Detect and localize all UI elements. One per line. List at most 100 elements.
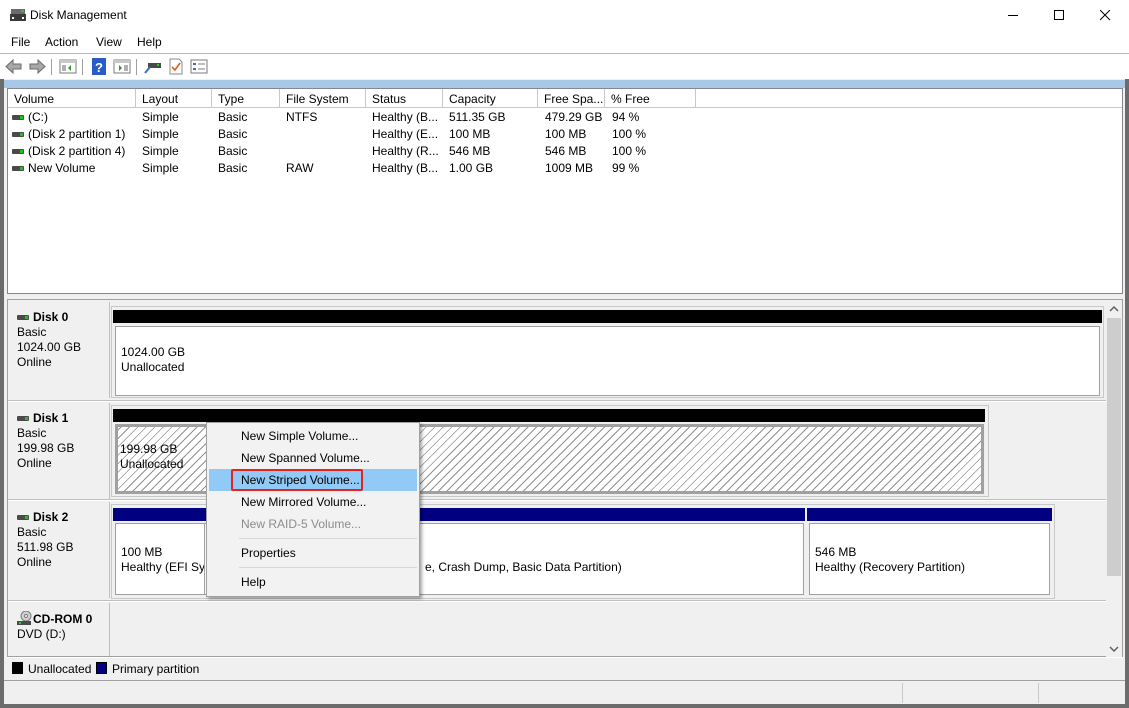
column-header-file-system[interactable]: File System (280, 89, 366, 108)
menu-separator (239, 567, 417, 568)
cell-pct: 99 % (612, 161, 640, 175)
minimize-icon (1007, 15, 1018, 16)
forward-arrow-icon[interactable] (28, 58, 46, 75)
cell-layout: Simple (142, 161, 179, 175)
cell-fs: NTFS (286, 110, 318, 124)
column-header-volume[interactable]: Volume (8, 89, 136, 108)
pane-header-strip (4, 80, 1125, 88)
cell-status: Healthy (R... (372, 144, 439, 158)
disk-graphical-view: Disk 0 Basic 1024.00 GB Online 1024.00 G… (7, 299, 1123, 657)
maximize-icon (1053, 10, 1064, 20)
show-hide-console-tree-icon[interactable] (59, 58, 77, 75)
cell-capacity: 1.00 GB (449, 161, 494, 175)
cell-volume: (Disk 2 partition 4) (12, 144, 125, 158)
column-header-capacity[interactable]: Capacity (443, 89, 538, 108)
back-arrow-icon[interactable] (5, 58, 23, 75)
disk-2-efi-partition[interactable]: 100 MB Healthy (EFI Syst (115, 523, 205, 595)
toolbar: ? (0, 53, 1129, 78)
legend: Unallocated Primary partition (7, 657, 1123, 678)
column-header-status[interactable]: Status (366, 89, 443, 108)
disk-icon (17, 515, 29, 521)
close-button[interactable] (1082, 0, 1128, 31)
cell-free: 546 MB (545, 144, 587, 158)
column-header-percent-free[interactable]: % Free (605, 89, 696, 108)
disk-2-recovery-partition[interactable]: 546 MB Healthy (Recovery Partition) (809, 523, 1050, 595)
cell-capacity: 546 MB (449, 144, 491, 158)
table-row[interactable]: (Disk 2 partition 4) Simple Basic Healthy (… (8, 143, 1122, 160)
disk-management-app-icon (10, 9, 26, 21)
checklist-icon[interactable] (167, 58, 185, 75)
legend-label-primary: Primary partition (112, 662, 200, 676)
cell-status: Healthy (B... (372, 161, 439, 175)
cdrom-icon (17, 610, 32, 625)
menu-action[interactable]: Action (45, 35, 78, 49)
column-header-type[interactable]: Type (212, 89, 280, 108)
show-action-pane-icon[interactable] (113, 58, 131, 75)
column-header-filler (696, 89, 1122, 108)
cell-layout: Simple (142, 127, 179, 141)
menu-item-properties[interactable]: Properties (209, 542, 417, 564)
disk-0-label[interactable]: Disk 0 Basic 1024.00 GB Online (10, 302, 110, 398)
scroll-up-icon[interactable] (1109, 305, 1119, 313)
menu-item-new-simple-volume[interactable]: New Simple Volume... (209, 425, 417, 447)
annotation-highlight-box (231, 469, 363, 491)
column-header-free-space[interactable]: Free Spa... (538, 89, 605, 108)
disk-2-partition-bar-recovery (807, 508, 1052, 521)
menu-separator (239, 538, 417, 539)
disk-1-partition-bar (113, 409, 985, 422)
column-header-layout[interactable]: Layout (136, 89, 212, 108)
disk-2-label[interactable]: Disk 2 Basic 511.98 GB Online (10, 502, 110, 598)
cell-status: Healthy (E... (372, 127, 439, 141)
scroll-down-icon[interactable] (1109, 645, 1119, 653)
volume-icon (12, 132, 24, 138)
status-bar (4, 680, 1125, 704)
cell-free: 479.29 GB (545, 110, 603, 124)
cell-type: Basic (218, 110, 248, 124)
disk-0-partition-bar (113, 310, 1102, 323)
close-icon (1099, 10, 1110, 21)
menu-file[interactable]: File (11, 35, 30, 49)
cell-pct: 94 % (612, 110, 640, 124)
cell-volume: (C:) (12, 110, 48, 124)
cell-free: 1009 MB (545, 161, 594, 175)
properties-list-icon[interactable] (190, 58, 208, 75)
table-row[interactable]: (Disk 2 partition 1) Simple Basic Healthy (… (8, 126, 1122, 143)
cdrom-0-label[interactable]: CD-ROM 0 DVD (D:) No Media (10, 603, 110, 656)
disk-icon (17, 315, 29, 321)
menu-item-new-mirrored-volume[interactable]: New Mirrored Volume... (209, 491, 417, 513)
menu-help[interactable]: Help (137, 35, 162, 49)
cell-capacity: 511.35 GB (449, 110, 506, 124)
maximize-button[interactable] (1036, 0, 1082, 31)
graph-scrollbar[interactable] (1106, 301, 1122, 657)
menu-view[interactable]: View (96, 35, 122, 49)
volume-icon (12, 149, 24, 155)
table-row[interactable]: New Volume Simple Basic RAW Healthy (B... 1.0… (8, 160, 1122, 177)
cell-pct: 100 % (612, 144, 647, 158)
connect-disk-icon[interactable] (144, 58, 162, 75)
minimize-button[interactable] (990, 0, 1036, 31)
cell-free: 100 MB (545, 127, 587, 141)
cell-layout: Simple (142, 144, 179, 158)
volume-icon (12, 115, 24, 121)
menu-item-help[interactable]: Help (209, 571, 417, 593)
disk-0-unallocated-partition[interactable]: 1024.00 GB Unallocated (115, 326, 1100, 396)
cell-type: Basic (218, 127, 248, 141)
context-menu: New Simple Volume... New Spanned Volume.… (206, 422, 420, 597)
cell-capacity: 100 MB (449, 127, 491, 141)
menu-bar: File Action View Help (0, 31, 1129, 53)
table-row[interactable]: (C:) Simple Basic NTFS Healthy (B... 511.35 G… (8, 109, 1122, 126)
disk-1-label[interactable]: Disk 1 Basic 199.98 GB Online (10, 403, 110, 499)
volume-icon (12, 166, 24, 172)
cell-type: Basic (218, 144, 248, 158)
title-bar: Disk Management (0, 0, 1129, 31)
svg-text:?: ? (95, 60, 103, 75)
disk-icon (17, 416, 29, 422)
legend-swatch-unallocated (12, 662, 23, 674)
help-icon[interactable]: ? (90, 58, 108, 75)
legend-swatch-primary (96, 662, 107, 674)
cell-volume: (Disk 2 partition 1) (12, 127, 125, 141)
cell-layout: Simple (142, 110, 179, 124)
cell-fs: RAW (286, 161, 314, 175)
scroll-thumb[interactable] (1107, 318, 1121, 576)
menu-item-new-spanned-volume[interactable]: New Spanned Volume... (209, 447, 417, 469)
